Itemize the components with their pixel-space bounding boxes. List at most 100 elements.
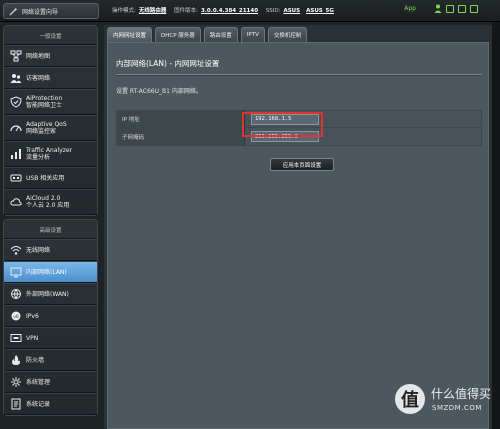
- watermark-text-cn: 什么值得买: [431, 387, 492, 401]
- watermark-logo: 值: [395, 384, 425, 414]
- sidebar-item-label: AiProtection: [26, 95, 63, 102]
- sidebar-item-label: 网络地图: [26, 52, 51, 60]
- annotation-highlight-box: [242, 112, 323, 137]
- sidebar-item-label: 防火墙: [26, 356, 45, 364]
- sidebar-item-usb[interactable]: USB 相关应用: [4, 167, 97, 189]
- sidebar-item-text: 访客网络: [26, 75, 50, 82]
- sidebar-item-label: VPN: [26, 334, 39, 342]
- tab-bar: 内网网址设置 DHCP 服务器 路由设置 IPTV 交换机控制: [104, 25, 492, 42]
- main-content: 内网网址设置 DHCP 服务器 路由设置 IPTV 交换机控制 内部网络(LAN) - …: [104, 25, 492, 429]
- sidebar-item-firewall[interactable]: 防火墙: [4, 349, 97, 371]
- status-line: 操作模式: 无线路由器 固件版本: 3.0.0.4.384_21140 SSID: A…: [112, 6, 340, 14]
- sidebar-item-text: VPN: [26, 335, 38, 342]
- usb-icon: [10, 174, 22, 182]
- settings-panel: 内部网络(LAN) - 内网网址设置 设置 RT-AC66U_B1 内部网络。 …: [107, 42, 489, 429]
- sidebar-item-text: 系统管理: [26, 379, 50, 386]
- status-icon-1[interactable]: [446, 4, 454, 13]
- wan-icon: [11, 289, 21, 300]
- sidebar-item-label: 内部网络(LAN): [26, 268, 67, 276]
- tab-4[interactable]: IPTV: [240, 27, 265, 42]
- sidebar-item-aiprotection[interactable]: AiProtection 智能网络卫士: [4, 89, 97, 115]
- sidebar-item-text: AiCloud 2.0 个人云 2.0 应用: [26, 195, 69, 209]
- sidebar-item-text: 内部网络(LAN): [26, 269, 67, 276]
- sidebar-item-label: 无线网络: [26, 246, 51, 254]
- sidebar-item-label: Traffic Analyzer: [26, 147, 73, 154]
- sidebar-item-wireless[interactable]: 无线网络: [4, 239, 97, 261]
- ssid-value-5g[interactable]: ASUS_5G: [306, 8, 334, 14]
- system-log-icon: [11, 398, 21, 410]
- tab-3[interactable]: 路由设置: [203, 27, 238, 42]
- person-icon[interactable]: [434, 4, 442, 13]
- sidebar-item-text: 系统记录: [26, 401, 50, 408]
- aiprotection-icon: [10, 96, 22, 108]
- page-title: 内部网络(LAN) - 内网网址设置: [116, 59, 220, 68]
- sidebar-item-label: Adaptive QoS: [26, 121, 67, 128]
- sidebar-general-header: 一般设置: [4, 26, 97, 45]
- svg-text:v6: v6: [13, 314, 19, 320]
- sidebar-item-text: 外部网络(WAN): [26, 291, 69, 298]
- sidebar-advanced-group: 高级设置 无线网络内部网络(LAN) 外部网络(WAN) v6 IPv6 VPN 防火墙系…: [3, 219, 98, 416]
- sidebar-item-label: 外部网络(WAN): [26, 290, 69, 298]
- status-icons: App: [404, 4, 478, 13]
- status-icon-2[interactable]: [458, 4, 466, 13]
- op-mode-label: 操作模式:: [112, 8, 136, 14]
- sidebar-item-text: USB 相关应用: [26, 175, 64, 182]
- qos-icon: [10, 125, 22, 132]
- sidebar-item-text: 防火墙: [26, 357, 44, 364]
- sidebar-item-text: Adaptive QoS 网络监控家: [26, 121, 67, 135]
- op-mode-value[interactable]: 无线路由器: [139, 8, 167, 14]
- sidebar-item-administration[interactable]: 系统管理: [4, 371, 97, 393]
- tab-5[interactable]: 交换机控制: [267, 27, 308, 42]
- sidebar-item-qos[interactable]: Adaptive QoS 网络监控家: [4, 115, 97, 141]
- apply-button[interactable]: 应用本页面设置: [270, 158, 334, 171]
- sidebar-item-label: 访客网络: [26, 74, 51, 82]
- sidebar-item-text: Traffic Analyzer 流量分析: [26, 147, 72, 161]
- administration-icon: [11, 377, 21, 387]
- sidebar-item-aicloud[interactable]: AiCloud 2.0 个人云 2.0 应用: [4, 189, 97, 215]
- ssid-value-24g[interactable]: ASUS: [283, 8, 300, 14]
- sidebar-item-guest-network[interactable]: 访客网络: [4, 67, 97, 89]
- aicloud-icon: [10, 198, 22, 206]
- sidebar-item-sublabel: 流量分析: [26, 154, 51, 161]
- ipv6-icon: v6: [11, 311, 21, 321]
- sidebar-item-label: IPv6: [26, 312, 39, 320]
- top-bar: 网络设置向导 操作模式: 无线路由器 固件版本: 3.0.0.4.384_21140…: [0, 0, 500, 22]
- firmware-value[interactable]: 3.0.0.4.384_21140: [201, 8, 258, 14]
- quick-internet-setup-button[interactable]: 网络设置向导: [3, 3, 99, 19]
- guest-network-icon: [10, 74, 22, 83]
- sidebar-item-text: IPv6: [26, 313, 39, 320]
- sidebar-item-lan[interactable]: 内部网络(LAN): [4, 261, 97, 283]
- status-icon-3[interactable]: [470, 4, 478, 13]
- sidebar-item-text: AiProtection 智能网络卫士: [26, 95, 62, 109]
- wand-icon: [9, 6, 18, 16]
- sidebar-advanced-header: 高级设置: [4, 220, 97, 239]
- watermark-text-en: SMZDM.COM: [432, 404, 482, 412]
- firmware-label: 固件版本:: [174, 8, 198, 14]
- scrollbar-track[interactable]: [492, 22, 500, 429]
- traffic-analyzer-icon: [11, 149, 21, 159]
- page-description: 设置 RT-AC66U_B1 内部网络。: [116, 88, 202, 95]
- firewall-icon: [12, 355, 20, 365]
- sidebar-item-sublabel: 网络监控家: [26, 128, 57, 135]
- sidebar-item-label: 系统记录: [26, 400, 51, 408]
- sidebar-item-wan[interactable]: 外部网络(WAN): [4, 283, 97, 305]
- sidebar-item-text: 无线网络: [26, 247, 50, 254]
- tab-1[interactable]: 内网网址设置: [107, 27, 153, 42]
- wireless-icon: [10, 246, 22, 255]
- quick-setup-label: 网络设置向导: [22, 8, 59, 16]
- sidebar-item-label: 系统管理: [26, 378, 51, 386]
- ip-address-label: IP 地址: [117, 111, 245, 127]
- sidebar-item-sublabel: 个人云 2.0 应用: [26, 202, 70, 209]
- sidebar-item-network-map[interactable]: 网络地图: [4, 45, 97, 67]
- vpn-icon: [10, 334, 22, 342]
- sidebar-item-text: 网络地图: [26, 53, 50, 60]
- sidebar-item-label: USB 相关应用: [26, 174, 65, 182]
- sidebar-item-ipv6[interactable]: v6 IPv6: [4, 305, 97, 327]
- sidebar-item-vpn[interactable]: VPN: [4, 327, 97, 349]
- app-label[interactable]: App: [404, 5, 416, 12]
- tab-2[interactable]: DHCP 服务器: [155, 27, 201, 42]
- sidebar-item-system-log[interactable]: 系统记录: [4, 393, 97, 415]
- ssid-label: SSID:: [265, 8, 281, 14]
- network-map-icon: [10, 50, 22, 62]
- sidebar-item-traffic-analyzer[interactable]: Traffic Analyzer 流量分析: [4, 141, 97, 167]
